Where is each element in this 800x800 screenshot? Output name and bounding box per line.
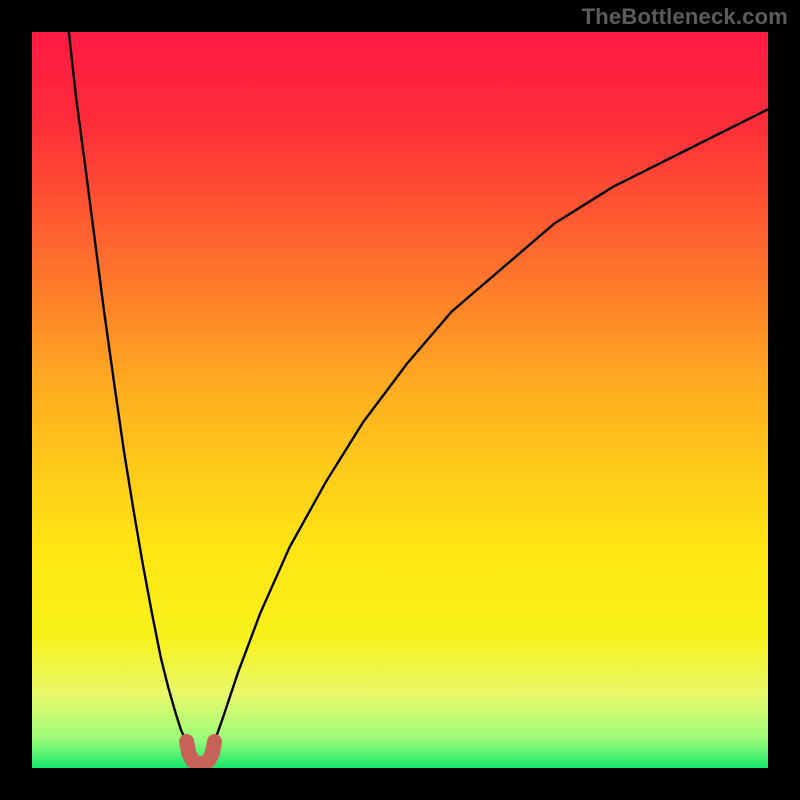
chart-frame: TheBottleneck.com [0, 0, 800, 800]
plot-area [32, 32, 768, 768]
bottleneck-chart [32, 32, 768, 768]
attribution-label: TheBottleneck.com [582, 4, 788, 30]
gradient-background [32, 32, 768, 768]
